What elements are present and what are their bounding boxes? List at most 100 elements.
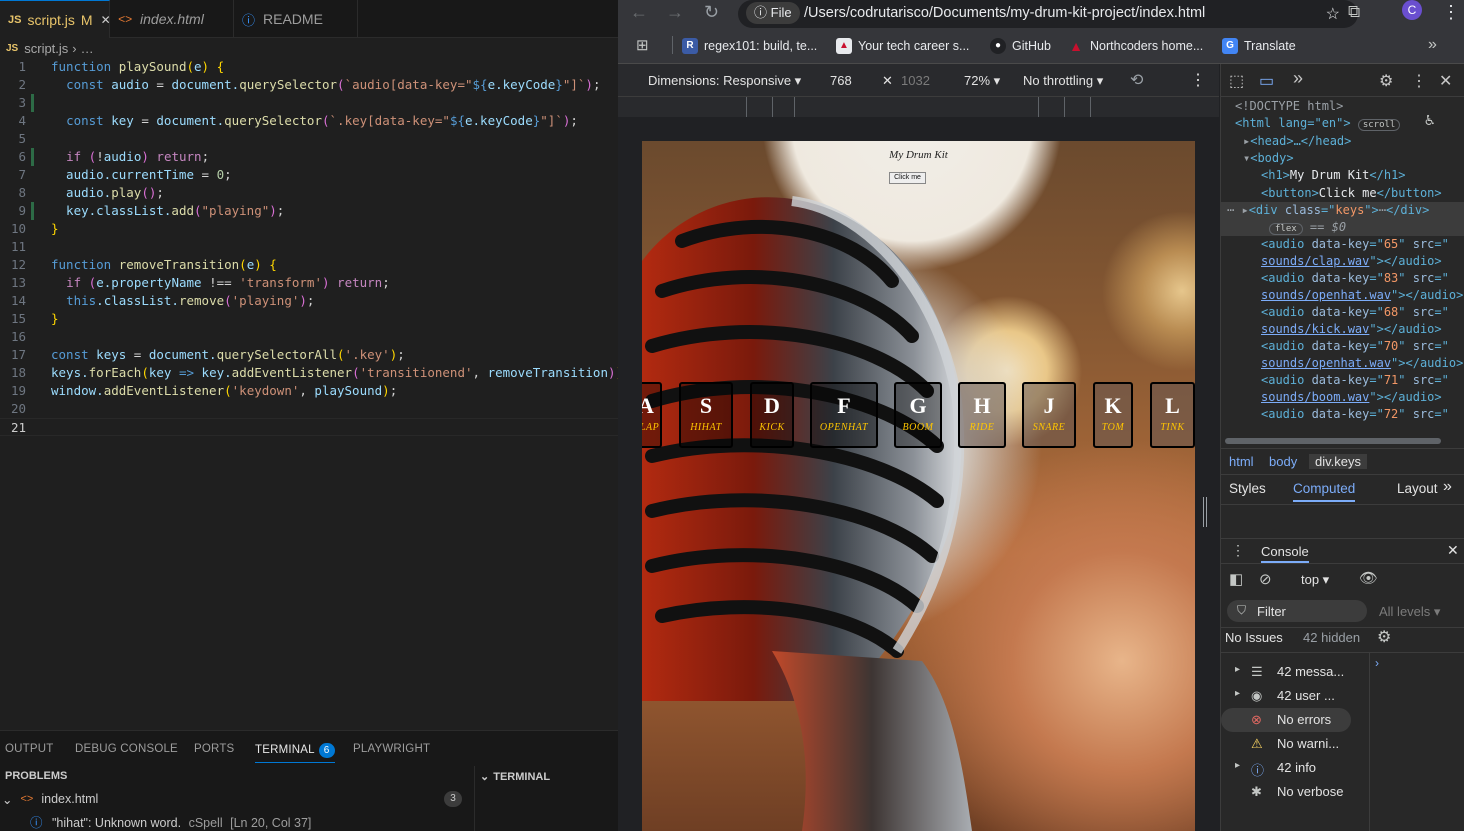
settings-icon[interactable]: ⚙ [1379,71,1393,91]
console-filter-info[interactable]: ▸ ⓘ 42 info [1221,756,1464,780]
issues-link[interactable]: No Issues [1225,630,1283,645]
elements-tree[interactable]: <!DOCTYPE html> <html lang="en"> scroll … [1221,98,1464,448]
console-filter-errors[interactable]: ⊗ No errors [1221,708,1351,732]
audio-src-line[interactable]: sounds/kick.wav"></audio> [1261,321,1442,338]
terminal-header[interactable]: ⌄ TERMINAL [480,770,550,783]
console-settings-icon[interactable]: ⚙ [1377,627,1391,647]
media-query-ruler[interactable] [618,97,1219,117]
filter-input[interactable]: ⛉ Filter [1227,600,1367,622]
audio-src-line[interactable]: sounds/clap.wav"></audio> [1261,253,1442,270]
live-expression-eye-icon[interactable]: 👁 [1359,569,1378,587]
console-filter-warnings[interactable]: ⚠ No warni... [1221,732,1464,756]
audio-src-link[interactable]: sounds/openhat.wav [1261,288,1391,302]
tab-output[interactable]: OUTPUT [5,743,53,755]
height-input[interactable]: 1032 [901,73,930,88]
flex-badge[interactable]: flex [1269,223,1303,235]
resize-handle[interactable] [1203,497,1207,527]
more-tabs-icon[interactable]: » [1443,478,1452,496]
breadcrumb-symbol[interactable]: … [81,41,94,56]
breadcrumb-file[interactable]: script.js [24,41,68,56]
crumb-div-keys[interactable]: div.keys [1309,454,1367,469]
horizontal-scrollbar[interactable] [1225,438,1441,444]
problems-header[interactable]: PROBLEMS [5,770,67,782]
audio-node[interactable]: <audio data-key="65" src=" [1261,236,1449,253]
audio-src-link[interactable]: sounds/openhat.wav [1261,356,1391,370]
audio-src-line[interactable]: sounds/openhat.wav"></audio> [1261,355,1463,372]
console-filter-messages[interactable]: ▸ ☰ 42 messa... [1221,660,1464,684]
bookmark-translate[interactable]: G Translate [1222,38,1296,54]
drum-key-k[interactable]: K TOM [1093,382,1133,448]
close-devtools-icon[interactable]: ✕ [1439,71,1452,91]
device-toolbar-icon[interactable]: ▭ [1259,71,1274,91]
audio-src-line[interactable]: sounds/openhat.wav"></audio> [1261,287,1463,304]
tab-script-js[interactable]: JS script.js M ✕ [0,0,111,38]
audio-src-line[interactable]: sounds/boom.wav"></audio> [1261,389,1442,406]
panel-divider[interactable] [474,766,475,831]
drum-key-f[interactable]: F OPENHAT [810,382,878,448]
tab-computed[interactable]: Computed [1293,481,1356,502]
drum-key-d[interactable]: D KICK [750,382,794,448]
audio-src-link[interactable]: sounds/clap.wav [1261,254,1369,268]
audio-src-link[interactable]: sounds/boom.wav [1261,390,1369,404]
back-icon[interactable]: ← [630,2,648,23]
drum-key-a[interactable]: A CLAP [642,382,662,448]
click-me-button[interactable]: Click me [889,172,926,184]
zoom-select[interactable]: 72% ▾ [964,73,1000,89]
tab-debug-console[interactable]: DEBUG CONSOLE [75,743,178,755]
drawer-menu-icon[interactable]: ⋮ [1231,542,1245,559]
tab-console[interactable]: Console [1261,544,1309,563]
tab-index-html[interactable]: <> index.html [110,0,234,38]
more-panels-icon[interactable]: » [1293,68,1303,89]
bookmark-star-icon[interactable]: ☆ [1326,4,1340,24]
dimensions-select[interactable]: Dimensions: Responsive ▾ [648,73,801,89]
tab-ports[interactable]: PORTS [194,743,234,755]
body-node[interactable]: ▾<body> [1243,150,1294,167]
tab-layout[interactable]: Layout [1397,481,1438,496]
head-node[interactable]: ▸<head>…</head> [1243,133,1351,150]
tab-readme[interactable]: ⓘ README [234,0,358,38]
audio-node[interactable]: <audio data-key="70" src=" [1261,338,1449,355]
chrome-menu-icon[interactable]: ⋮ [1442,2,1460,23]
bookmark-tech-career[interactable]: ▲ Your tech career s... [836,38,969,54]
accessibility-icon[interactable]: ♿ [1425,110,1435,129]
close-drawer-icon[interactable]: ✕ [1447,542,1459,559]
code-editor[interactable]: 1 function playSound(e) { 2 const audio =… [0,58,618,728]
sidebar-toggle-icon[interactable]: ◧ [1229,570,1243,588]
audio-node[interactable]: <audio data-key="83" src=" [1261,270,1449,287]
drum-key-l[interactable]: L TINK [1150,382,1195,448]
address-bar[interactable]: ⓘ File /Users/codrutarisco/Documents/my-… [738,0,1358,28]
html-node[interactable]: <html lang="en"> scroll [1235,115,1401,132]
clear-console-icon[interactable]: ⊘ [1259,570,1272,588]
audio-node[interactable]: <audio data-key="71" src=" [1261,372,1449,389]
audio-node[interactable]: <audio data-key="72" src=" [1261,406,1449,423]
drum-key-g[interactable]: G BOOM [894,382,942,448]
problem-file-row[interactable]: ⌄ <> index.html 3 [0,790,474,808]
console-filter-user[interactable]: ▸ ◉ 42 user ... [1221,684,1464,708]
rotate-icon[interactable]: ⟲ [1130,70,1143,90]
audio-node[interactable]: <audio data-key="68" src=" [1261,304,1449,321]
bookmark-github[interactable]: ● GitHub [990,38,1051,54]
bookmarks-overflow-icon[interactable]: » [1428,36,1437,54]
forward-icon[interactable]: → [666,2,684,23]
width-input[interactable]: 768 [830,73,852,88]
apps-grid-icon[interactable]: ⊞ [636,36,649,54]
extensions-icon[interactable]: ⧉ [1348,2,1360,22]
drum-key-s[interactable]: S HIHAT [679,382,733,448]
more-options-icon[interactable]: ⋮ [1190,70,1206,90]
reload-icon[interactable]: ↻ [704,2,719,23]
drum-key-j[interactable]: J SNARE [1022,382,1076,448]
more-options-icon[interactable]: ⋮ [1411,71,1427,91]
drum-key-h[interactable]: H RIDE [958,382,1006,448]
tab-styles[interactable]: Styles [1229,481,1266,496]
problem-item[interactable]: ⓘ "hihat": Unknown word. cSpell [Ln 20, … [30,812,311,831]
h1-node[interactable]: <h1>My Drum Kit</h1> [1261,167,1406,184]
crumb-html[interactable]: html [1229,454,1254,469]
button-node[interactable]: <button>Click me</button> [1261,185,1442,202]
crumb-body[interactable]: body [1269,454,1297,469]
bookmark-regex101[interactable]: Rregex101: build, te... [682,38,817,54]
console-filter-verbose[interactable]: ✱ No verbose [1221,780,1464,804]
inspect-element-icon[interactable]: ⬚ [1229,71,1244,91]
log-levels-select[interactable]: All levels ▾ [1379,604,1440,620]
site-info-chip[interactable]: ⓘ File [746,2,800,24]
context-select[interactable]: top ▾ [1301,572,1329,588]
